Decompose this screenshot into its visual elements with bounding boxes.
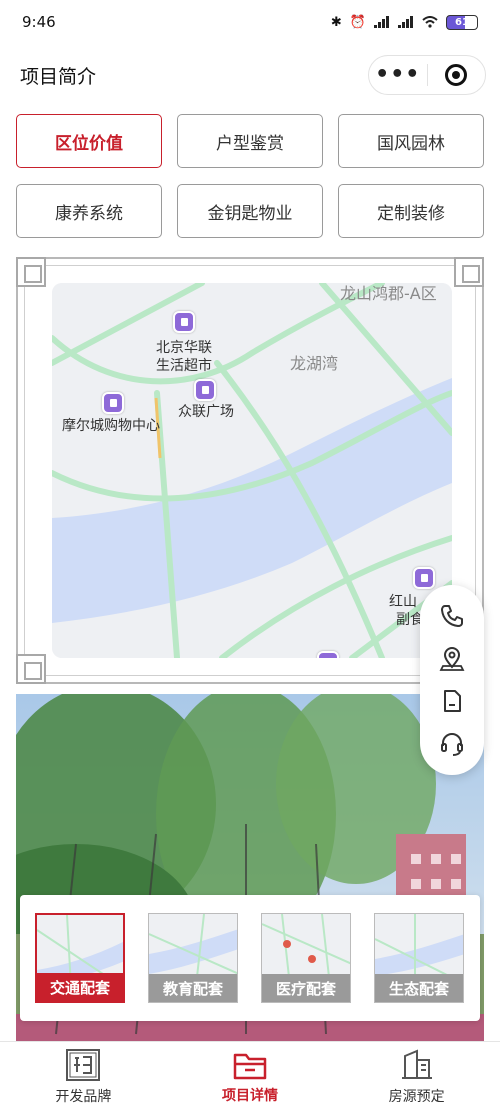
- map-frame: 龙山鸿郡-A区 北京华联 生活超市 龙湖湾 众联广场 摩尔城购物中心 红山 副食: [16, 257, 484, 684]
- battery-icon: 61: [446, 14, 478, 30]
- map-label-beijing-hualian-2: 生活超市: [156, 358, 212, 374]
- poi-marker-icon[interactable]: [317, 651, 339, 658]
- tab-custom-decoration[interactable]: 定制装修: [338, 184, 484, 238]
- frame-corner-ornament: [16, 654, 46, 684]
- poi-marker-icon[interactable]: [194, 379, 216, 401]
- thumb-ecology[interactable]: 生态配套: [374, 913, 464, 1003]
- brand-seal-icon: [66, 1048, 101, 1081]
- target-icon: [445, 64, 468, 86]
- alarm-icon: ⏰: [349, 14, 366, 30]
- nav-label: 开发品牌: [55, 1088, 112, 1105]
- wifi-icon: [422, 16, 438, 28]
- facility-thumbnails: 交通配套 教育配套 医疗配套 生态配套: [20, 895, 480, 1021]
- map-label-beijing-hualian-1: 北京华联: [156, 340, 212, 356]
- page-header: 项目简介 •••: [0, 44, 500, 106]
- nav-developer-brand[interactable]: 开发品牌: [0, 1042, 167, 1111]
- page-title: 项目简介: [20, 65, 97, 88]
- nav-housing-reservation[interactable]: 房源预定: [333, 1042, 500, 1111]
- poi-marker-icon[interactable]: [102, 392, 124, 414]
- document-icon: [444, 690, 461, 713]
- tab-golden-key-property[interactable]: 金钥匙物业: [177, 184, 323, 238]
- phone-icon: [441, 605, 463, 628]
- map-label-longhuwan: 龙湖湾: [290, 354, 339, 373]
- status-bar: 9:46 ✱ ⏰ 61: [0, 0, 500, 44]
- customer-service-button[interactable]: [437, 729, 467, 759]
- tab-floor-plans[interactable]: 户型鉴赏: [177, 114, 323, 168]
- location-pin-icon: [439, 646, 465, 671]
- bluetooth-icon: ✱: [330, 14, 342, 30]
- nav-label: 房源预定: [388, 1088, 445, 1105]
- bottom-nav: 开发品牌 项目详情 房源预定: [0, 1041, 500, 1111]
- frame-corner-ornament: [16, 257, 46, 287]
- tab-chinese-garden[interactable]: 国风园林: [338, 114, 484, 168]
- frame-corner-ornament: [454, 257, 484, 287]
- location-map[interactable]: 龙山鸿郡-A区 北京华联 生活超市 龙湖湾 众联广场 摩尔城购物中心 红山 副食: [52, 283, 452, 658]
- more-button[interactable]: •••: [369, 56, 427, 94]
- tab-wellness-system[interactable]: 康养系统: [16, 184, 162, 238]
- nav-label: 项目详情: [222, 1087, 278, 1104]
- status-icons: ✱ ⏰ 61: [330, 14, 478, 30]
- thumb-medical[interactable]: 医疗配套: [261, 913, 351, 1003]
- tab-location-value[interactable]: 区位价值: [16, 114, 162, 168]
- map-label-moer: 摩尔城购物中心: [62, 418, 160, 434]
- signal-icon: [374, 16, 389, 28]
- thumb-label: 医疗配套: [262, 974, 350, 1002]
- thumb-education[interactable]: 教育配套: [148, 913, 238, 1003]
- poi-marker-icon[interactable]: [413, 567, 435, 589]
- more-dots-icon: •••: [375, 62, 421, 87]
- map-label-area-a: 龙山鸿郡-A区: [340, 284, 437, 303]
- floating-action-bar: [420, 585, 484, 775]
- thumb-label: 生态配套: [375, 974, 463, 1002]
- map-label-hongshan-1: 红山: [389, 594, 417, 610]
- nav-project-details[interactable]: 项目详情: [167, 1042, 334, 1111]
- headset-icon: [441, 732, 463, 756]
- folder-icon: [233, 1053, 267, 1079]
- thumb-label: 交通配套: [37, 973, 123, 1001]
- map-label-zhonglian: 众联广场: [178, 404, 234, 420]
- call-button[interactable]: [437, 601, 467, 631]
- document-button[interactable]: [437, 686, 467, 716]
- category-tabs: 区位价值 户型鉴赏 国风园林 康养系统 金钥匙物业 定制装修: [16, 114, 484, 238]
- miniprogram-capsule: •••: [368, 55, 486, 95]
- thumb-label: 教育配套: [149, 974, 237, 1002]
- close-miniprogram-button[interactable]: [428, 56, 486, 94]
- building-icon: [401, 1049, 432, 1079]
- poi-marker-icon[interactable]: [173, 311, 195, 333]
- location-button[interactable]: [437, 644, 467, 674]
- thumb-transport[interactable]: 交通配套: [35, 913, 125, 1003]
- status-time: 9:46: [22, 13, 56, 31]
- signal-hd-icon: [398, 16, 413, 28]
